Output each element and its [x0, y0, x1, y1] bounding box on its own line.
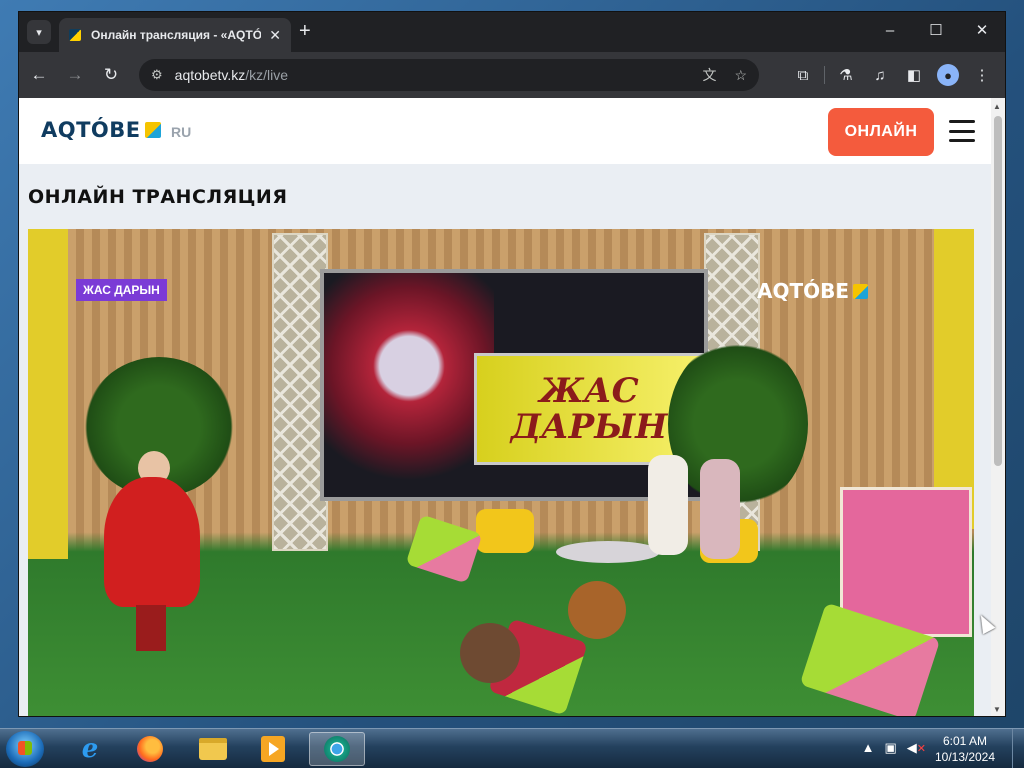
watermark-mark-icon: [853, 283, 869, 299]
teddy-bear: [568, 581, 626, 639]
url-text[interactable]: aqtobetv.kz/kz/live: [175, 67, 685, 83]
clock-time: 6:01 AM: [942, 734, 988, 748]
scroll-down-icon[interactable]: ▼: [993, 705, 1001, 714]
tab-close-icon[interactable]: ✕: [269, 27, 281, 44]
scroll-up-icon[interactable]: ▲: [993, 102, 1001, 111]
video-player[interactable]: ЖАС ДАРЫН ЖАС ДАРЫН AQTÓBE: [28, 229, 974, 716]
clock-date: 10/13/2024: [934, 750, 996, 764]
singer-dress: [104, 477, 200, 607]
show-sign-line: ДАРЫН: [510, 407, 668, 447]
taskbar: e ▲ ▣ ◀✕ 6:01 AM 10/13/2024: [0, 728, 1024, 768]
tab-strip: ▾ Онлайн трансляция - «AQTÓ ✕ + – ☐ ✕: [19, 12, 1005, 52]
tray-expand-icon[interactable]: ▲: [862, 740, 875, 756]
star-icon[interactable]: ☆: [734, 67, 747, 84]
taskbar-firefox[interactable]: [122, 732, 178, 766]
screen-performer: [324, 273, 494, 497]
media-control-icon[interactable]: ♫: [863, 59, 897, 91]
studio-guest: [648, 455, 688, 555]
show-desktop-button[interactable]: [1012, 729, 1024, 768]
studio-chair: [476, 509, 534, 553]
program-badge: ЖАС ДАРЫН: [76, 279, 167, 301]
extensions-icon[interactable]: ⧉: [786, 59, 820, 91]
teddy-bear: [460, 623, 520, 683]
logo-text: AQTÓBE: [41, 118, 141, 142]
browser-toolbar: ← → ↻ ⚙ aqtobetv.kz/kz/live 文 ☆ ⧉ ⚗ ♫ ◧ …: [19, 52, 1005, 98]
address-bar[interactable]: ⚙ aqtobetv.kz/kz/live 文 ☆: [139, 59, 759, 91]
network-icon[interactable]: ▣: [884, 740, 896, 756]
taskbar-internet-explorer[interactable]: e: [62, 732, 118, 766]
hamburger-icon[interactable]: [949, 120, 975, 142]
studio-table: [556, 541, 660, 563]
volume-muted-icon[interactable]: ◀✕: [907, 740, 926, 756]
maximize-button[interactable]: ☐: [913, 12, 959, 48]
page-title: ОНЛАЙН ТРАНСЛЯЦИЯ: [28, 186, 288, 208]
window-controls: – ☐ ✕: [867, 12, 1005, 48]
clock[interactable]: 6:01 AM 10/13/2024: [926, 733, 1004, 765]
language-switch[interactable]: RU: [171, 124, 191, 140]
profile-icon[interactable]: ●: [937, 64, 959, 86]
page-viewport: AQTÓBE RU ОНЛАЙН ОНЛАЙН ТРАНСЛЯЦИЯ ЖАС Д…: [19, 98, 1005, 716]
tab-search-button[interactable]: ▾: [27, 20, 51, 44]
site-logo[interactable]: AQTÓBE: [41, 118, 161, 142]
singer-legs: [136, 605, 166, 651]
site-favicon-icon: [69, 29, 81, 41]
url-path: /kz/live: [245, 67, 289, 83]
tab-title: Онлайн трансляция - «AQTÓ: [91, 28, 262, 42]
internet-explorer-icon: e: [81, 734, 99, 764]
start-button[interactable]: [6, 731, 44, 767]
reload-icon[interactable]: ↻: [95, 59, 127, 91]
firefox-icon: [137, 736, 163, 762]
show-sign-line: ЖАС: [539, 371, 639, 411]
folder-icon: [199, 738, 227, 760]
site-info-icon[interactable]: ⚙: [151, 67, 163, 83]
site-header: AQTÓBE RU ОНЛАЙН: [19, 98, 991, 164]
close-window-button[interactable]: ✕: [959, 12, 1005, 48]
tab-live[interactable]: Онлайн трансляция - «AQTÓ ✕: [59, 18, 291, 52]
watermark-text: AQTÓBE: [757, 279, 850, 303]
menu-dots-icon[interactable]: ⋮: [965, 59, 999, 91]
side-panel-icon[interactable]: ◧: [897, 59, 931, 91]
studio-wall: [28, 229, 68, 559]
lab-icon[interactable]: ⚗: [829, 59, 863, 91]
toolbar-actions: ⧉ ⚗ ♫ ◧ ● ⋮: [786, 59, 999, 91]
studio-wall: [934, 229, 974, 529]
logo-mark-icon: [144, 122, 161, 138]
media-player-icon: [261, 736, 285, 762]
forward-arrow-icon[interactable]: →: [59, 59, 91, 91]
url-domain: aqtobetv.kz: [174, 67, 246, 83]
translate-icon[interactable]: 文: [702, 65, 716, 85]
minimize-button[interactable]: –: [867, 12, 913, 48]
new-tab-button[interactable]: +: [299, 21, 311, 41]
channel-watermark: AQTÓBE: [757, 279, 869, 303]
live-button[interactable]: ОНЛАЙН: [828, 108, 934, 156]
studio-guest: [700, 459, 740, 559]
taskbar-explorer[interactable]: [185, 732, 241, 766]
scroll-thumb[interactable]: [994, 116, 1002, 466]
browser-window: ▾ Онлайн трансляция - «AQTÓ ✕ + – ☐ ✕ ← …: [18, 11, 1006, 717]
system-tray: ▲ ▣ ◀✕: [862, 740, 926, 756]
toolbar-divider: [824, 66, 825, 84]
taskbar-chrome[interactable]: [309, 732, 365, 766]
back-arrow-icon[interactable]: ←: [23, 59, 55, 91]
windows-logo-icon: [18, 741, 32, 755]
taskbar-media-player[interactable]: [245, 732, 301, 766]
chrome-icon: [324, 736, 350, 762]
